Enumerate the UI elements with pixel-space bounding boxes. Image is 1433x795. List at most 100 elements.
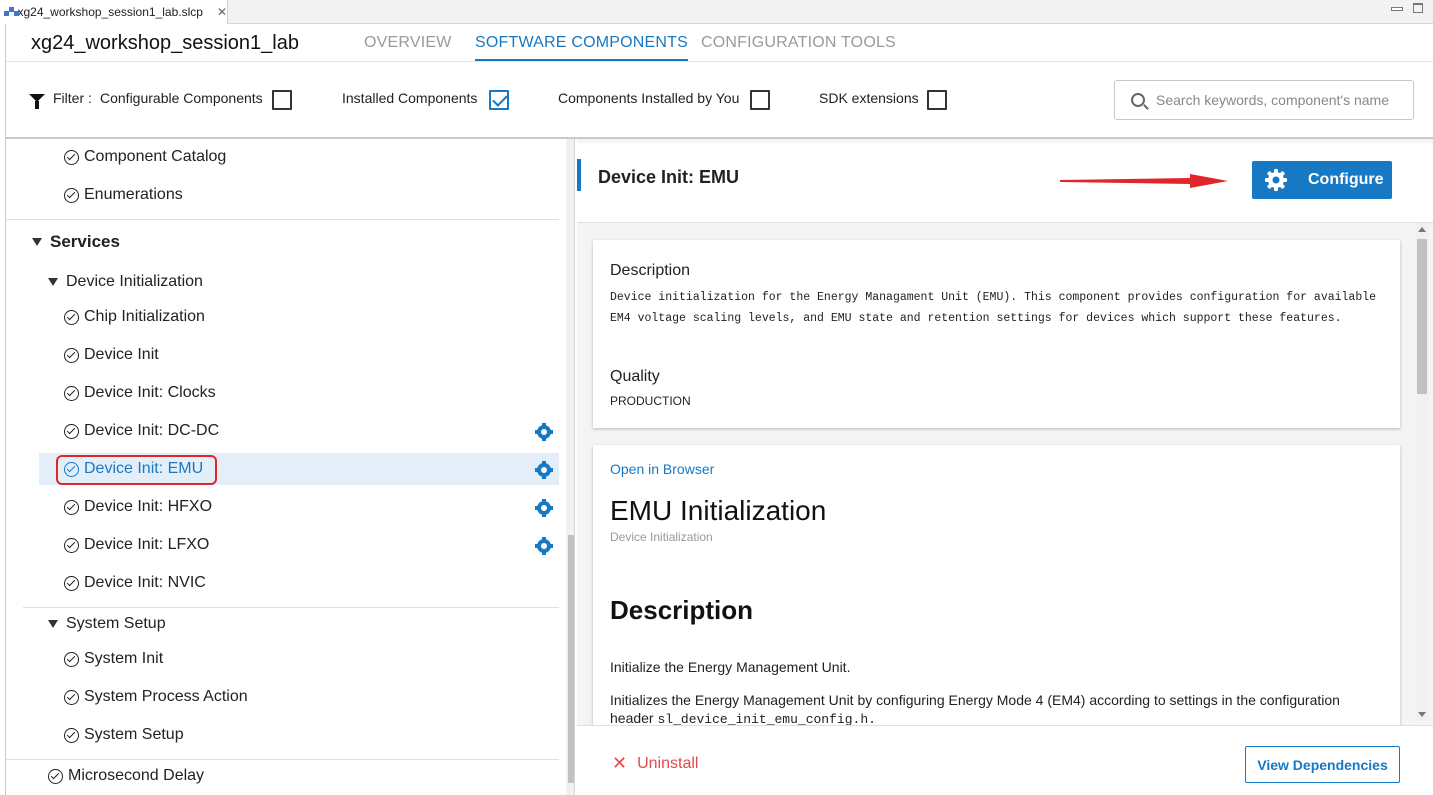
gear-icon: [1265, 169, 1287, 191]
tree-scrollbar[interactable]: [566, 139, 574, 795]
gear-icon[interactable]: [535, 423, 553, 441]
component-tree: Component Catalog Enumerations Services …: [5, 139, 575, 795]
description-heading: Description: [610, 262, 691, 279]
highlight-annotation-box: [56, 455, 217, 485]
tree-item-label: System Process Action: [84, 688, 248, 705]
tree-item-device-init-hfxo[interactable]: Device Init: HFXO: [6, 491, 559, 523]
search-icon: [1131, 93, 1145, 107]
filter-installed-by-you-checkbox[interactable]: [750, 90, 770, 110]
scroll-up-icon[interactable]: [1418, 227, 1426, 232]
tree-scrollbar-thumb[interactable]: [568, 535, 574, 783]
installed-check-icon: [64, 575, 79, 591]
filter-configurable-label: Configurable Components: [100, 90, 263, 106]
filter-sdk-extensions-label: SDK extensions: [819, 90, 919, 106]
tree-item-system-init[interactable]: System Init: [6, 643, 559, 675]
tree-item-device-init-nvic[interactable]: Device Init: NVIC: [6, 567, 559, 599]
doc-title: EMU Initialization: [610, 495, 827, 526]
installed-check-icon: [64, 385, 79, 401]
tree-item-label: Device Init: LFXO: [84, 536, 210, 553]
description-text: Device initialization for the Energy Man…: [610, 291, 1377, 325]
tree-item-label: Microsecond Delay: [68, 767, 205, 784]
tree-item-label: Device Init: NVIC: [84, 574, 206, 591]
tab-software-components[interactable]: SOFTWARE COMPONENTS: [475, 34, 688, 61]
tree-item-device-init[interactable]: Device Init: [6, 339, 559, 371]
uninstall-label: Uninstall: [637, 754, 699, 772]
tree-group-services[interactable]: Services: [6, 226, 559, 258]
tree-item-device-init-lfxo[interactable]: Device Init: LFXO: [6, 529, 559, 561]
gear-icon[interactable]: [535, 461, 553, 479]
uninstall-x-icon: ✕: [612, 753, 628, 773]
uninstall-button[interactable]: ✕ Uninstall: [612, 753, 698, 774]
filter-installed-checkbox[interactable]: [489, 90, 509, 110]
title-accent-bar: [577, 159, 581, 191]
filter-configurable-checkbox[interactable]: [272, 90, 292, 110]
tab-overview[interactable]: OVERVIEW: [364, 34, 452, 52]
detail-scrollbar-thumb[interactable]: [1417, 239, 1427, 394]
editor-tab[interactable]: xg24_workshop_session1_lab.slcp ✕: [0, 0, 228, 24]
filter-bar: Filter : Configurable Components Install…: [5, 62, 1433, 139]
tab-configuration-tools[interactable]: CONFIGURATION TOOLS: [701, 34, 896, 52]
search-input[interactable]: [1156, 92, 1401, 108]
tree-item-label: Chip Initialization: [84, 308, 205, 325]
scroll-down-icon[interactable]: [1418, 712, 1426, 717]
installed-check-icon: [64, 499, 79, 515]
project-header: xg24_workshop_session1_lab OVERVIEW SOFT…: [5, 24, 1433, 62]
view-dependencies-button[interactable]: View Dependencies: [1245, 746, 1400, 783]
doc-paragraph-2-code: sl_device_init_emu_config.h.: [657, 712, 876, 725]
doc-paragraph-1: Initialize the Energy Management Unit.: [610, 659, 851, 675]
detail-title: Device Init: EMU: [598, 167, 740, 187]
editor-tab-bar: xg24_workshop_session1_lab.slcp ✕: [0, 0, 1433, 24]
close-tab-icon[interactable]: ✕: [217, 5, 227, 19]
tree-item-label: Device Initialization: [66, 273, 203, 290]
project-title: xg24_workshop_session1_lab: [31, 32, 299, 54]
filter-sdk-extensions-checkbox[interactable]: [927, 90, 947, 110]
doc-subtitle: Device Initialization: [610, 530, 713, 544]
editor-tab-label: xg24_workshop_session1_lab.slcp: [17, 5, 203, 19]
project-file-icon: [4, 5, 19, 19]
tree-item-device-init-dcdc[interactable]: Device Init: DC-DC: [6, 415, 559, 447]
tree-item-system-setup[interactable]: System Setup: [6, 719, 559, 751]
tree-item-chip-initialization[interactable]: Chip Initialization: [6, 301, 559, 333]
tree-group-system-setup[interactable]: System Setup: [6, 608, 559, 640]
tree-item-enumerations[interactable]: Enumerations: [6, 179, 559, 211]
tree-item-component-catalog[interactable]: Component Catalog: [6, 141, 559, 173]
tree-item-system-process-action[interactable]: System Process Action: [6, 681, 559, 713]
configure-label: Configure: [1308, 171, 1384, 188]
collapse-triangle-icon[interactable]: [48, 620, 58, 628]
installed-check-icon: [64, 347, 79, 363]
tree-group-device-initialization[interactable]: Device Initialization: [6, 266, 559, 298]
installed-check-icon: [48, 768, 63, 784]
open-in-browser-link[interactable]: Open in Browser: [610, 461, 714, 477]
filter-installed-label: Installed Components: [342, 90, 478, 106]
annotation-arrow: [1060, 174, 1228, 188]
maximize-icon[interactable]: [1413, 3, 1423, 13]
installed-check-icon: [64, 727, 79, 743]
installed-check-icon: [64, 149, 79, 165]
quality-value: PRODUCTION: [610, 394, 691, 408]
gear-icon[interactable]: [535, 537, 553, 555]
tree-item-device-init-clocks[interactable]: Device Init: Clocks: [6, 377, 559, 409]
description-card: Description Device initialization for th…: [593, 240, 1400, 428]
tree-item-label: Component Catalog: [84, 148, 227, 165]
detail-header: Device Init: EMU Configure: [577, 143, 1433, 223]
collapse-triangle-icon[interactable]: [32, 238, 42, 246]
installed-check-icon: [64, 187, 79, 203]
tree-item-label: Device Init: Clocks: [84, 384, 216, 401]
collapse-triangle-icon[interactable]: [48, 278, 58, 286]
tree-item-label: Services: [50, 232, 120, 251]
tree-item-label: Device Init: [84, 346, 159, 363]
tree-item-label: Device Init: HFXO: [84, 498, 213, 515]
detail-scrollbar[interactable]: [1415, 223, 1429, 721]
configure-button[interactable]: Configure: [1252, 161, 1392, 199]
tree-item-label: System Setup: [84, 726, 184, 743]
installed-check-icon: [64, 651, 79, 667]
tree-item-microsecond-delay[interactable]: Microsecond Delay: [6, 760, 559, 792]
gear-icon[interactable]: [535, 499, 553, 517]
doc-section-heading: Description: [610, 595, 754, 625]
minimize-icon[interactable]: [1391, 3, 1403, 13]
installed-check-icon: [64, 689, 79, 705]
search-box: [1114, 80, 1414, 120]
tree-item-label: System Setup: [66, 615, 166, 632]
detail-footer: ✕ Uninstall View Dependencies: [577, 725, 1433, 795]
filter-installed-by-you-label: Components Installed by You: [558, 90, 740, 106]
